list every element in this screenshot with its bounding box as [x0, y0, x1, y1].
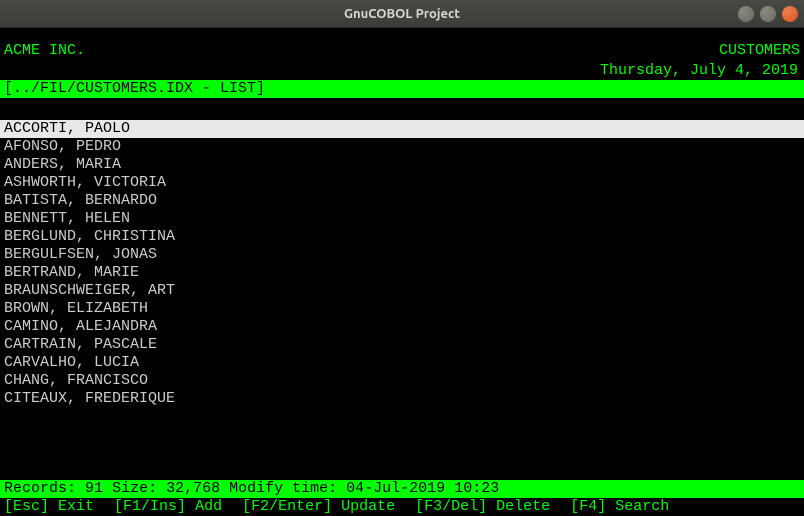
- status-modify-value: 04-Jul-2019 10:23: [346, 480, 499, 497]
- fkey-key: [F2/Enter]: [242, 498, 332, 515]
- date-display: Thursday, July 4, 2019: [0, 62, 804, 80]
- status-records-label: Records:: [4, 480, 76, 497]
- list-item[interactable]: BRAUNSCHWEIGER, ART: [0, 282, 804, 300]
- status-size-value: 32,768: [166, 480, 220, 497]
- list-item[interactable]: AFONSO, PEDRO: [0, 138, 804, 156]
- maximize-icon[interactable]: [760, 6, 776, 22]
- list-item[interactable]: BERGLUND, CHRISTINA: [0, 228, 804, 246]
- fkey-label: Update: [341, 498, 395, 515]
- fkey-key: [F3/Del]: [415, 498, 487, 515]
- list-item[interactable]: BROWN, ELIZABETH: [0, 300, 804, 318]
- screen-name: CUSTOMERS: [719, 42, 800, 60]
- fkey-exit[interactable]: [Esc] Exit: [4, 498, 94, 516]
- terminal-area: ACME INC. CUSTOMERS Thursday, July 4, 20…: [0, 42, 804, 516]
- fkey-label: Delete: [496, 498, 550, 515]
- list-item[interactable]: BERGULFSEN, JONAS: [0, 246, 804, 264]
- list-item[interactable]: ASHWORTH, VICTORIA: [0, 174, 804, 192]
- fkey-delete[interactable]: [F3/Del] Delete: [415, 498, 550, 516]
- fkey-label: Search: [615, 498, 669, 515]
- close-icon[interactable]: [782, 6, 798, 22]
- fkey-key: [Esc]: [4, 498, 49, 515]
- window-controls: [738, 6, 798, 22]
- fkey-update[interactable]: [F2/Enter] Update: [242, 498, 395, 516]
- list-item[interactable]: CARVALHO, LUCIA: [0, 354, 804, 372]
- list-item[interactable]: CAMINO, ALEJANDRA: [0, 318, 804, 336]
- function-key-bar: [Esc] Exit[F1/Ins] Add[F2/Enter] Update[…: [0, 498, 804, 516]
- spacer: [0, 98, 804, 120]
- list-item[interactable]: BERTRAND, MARIE: [0, 264, 804, 282]
- fkey-search[interactable]: [F4] Search: [570, 498, 669, 516]
- fkey-key: [F1/Ins]: [114, 498, 186, 515]
- window-titlebar: GnuCOBOL Project: [0, 0, 804, 28]
- fkey-label: Add: [195, 498, 222, 515]
- list-item[interactable]: CHANG, FRANCISCO: [0, 372, 804, 390]
- list-item[interactable]: CITEAUX, FREDERIQUE: [0, 390, 804, 408]
- fkey-add[interactable]: [F1/Ins] Add: [114, 498, 222, 516]
- list-item[interactable]: BATISTA, BERNARDO: [0, 192, 804, 210]
- company-name: ACME INC.: [4, 42, 85, 60]
- fkey-label: Exit: [58, 498, 94, 515]
- list-item[interactable]: BENNETT, HELEN: [0, 210, 804, 228]
- minimize-icon[interactable]: [738, 6, 754, 22]
- fkey-key: [F4]: [570, 498, 606, 515]
- status-size-label: Size:: [112, 480, 157, 497]
- list-item[interactable]: ANDERS, MARIA: [0, 156, 804, 174]
- list-item[interactable]: ACCORTI, PAOLO: [0, 120, 804, 138]
- status-modify-label: Modify time:: [229, 480, 337, 497]
- status-bar: Records: 91 Size: 32,768 Modify time: 04…: [0, 480, 804, 498]
- window-title: GnuCOBOL Project: [344, 7, 460, 21]
- header-row: ACME INC. CUSTOMERS: [0, 42, 804, 60]
- status-records-value: 91: [85, 480, 103, 497]
- file-path-bar: [../FIL/CUSTOMERS.IDX - LIST]: [0, 80, 804, 98]
- customer-list[interactable]: ACCORTI, PAOLOAFONSO, PEDROANDERS, MARIA…: [0, 120, 804, 408]
- list-item[interactable]: CARTRAIN, PASCALE: [0, 336, 804, 354]
